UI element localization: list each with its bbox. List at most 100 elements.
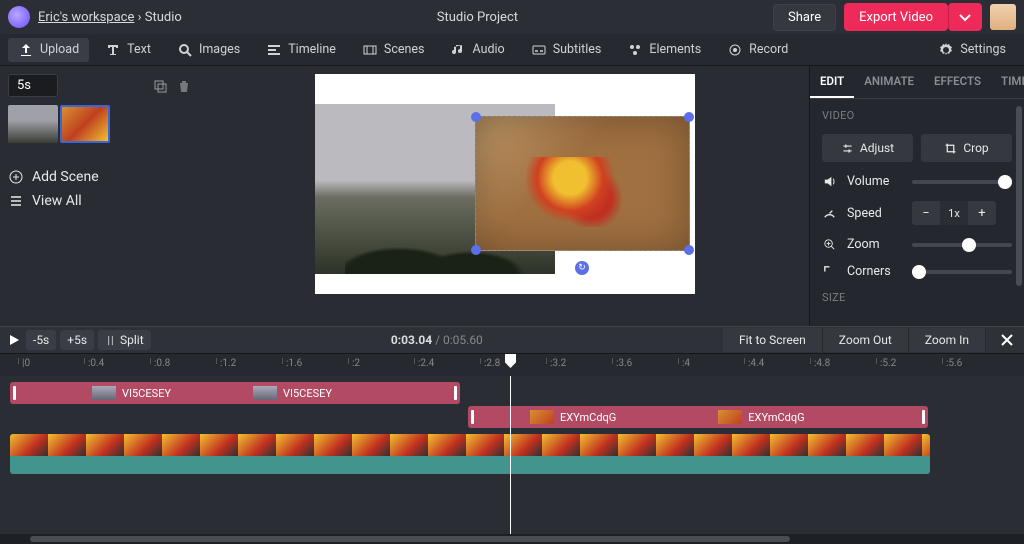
resize-handle-br[interactable]	[684, 245, 694, 255]
speed-increment[interactable]: +	[968, 201, 996, 225]
close-timeline-button[interactable]	[996, 329, 1018, 351]
audio-frame	[238, 434, 276, 456]
adjust-button[interactable]: Adjust	[822, 134, 913, 162]
resize-handle-tl[interactable]	[471, 112, 481, 122]
audio-frame	[10, 434, 48, 456]
video-clip-2[interactable]: EXYmCdqG EXYmCdqG	[468, 406, 928, 428]
trash-icon[interactable]	[176, 78, 192, 94]
text-tool[interactable]: Text	[95, 38, 161, 62]
upload-button[interactable]: Upload	[8, 38, 89, 62]
audio-frame	[352, 434, 390, 456]
settings-button[interactable]: Settings	[928, 38, 1016, 62]
scenes-tool[interactable]: Scenes	[352, 38, 435, 62]
audio-frame	[200, 434, 238, 456]
elements-tool[interactable]: Elements	[617, 38, 711, 62]
corners-label: Corners	[847, 264, 902, 279]
fit-to-screen-button[interactable]: Fit to Screen	[723, 328, 823, 352]
list-icon	[8, 193, 24, 209]
project-title[interactable]: Studio Project	[190, 10, 765, 25]
audio-frame	[694, 434, 732, 456]
minus-5s-button[interactable]: -5s	[26, 330, 56, 350]
video-clip-1[interactable]: VI5CESEY VI5CESEY	[10, 382, 460, 404]
export-video-button[interactable]: Export Video	[844, 3, 948, 31]
volume-icon	[822, 174, 837, 189]
speed-icon	[822, 206, 837, 221]
music-icon	[450, 42, 466, 58]
scene-duration-input[interactable]	[8, 74, 58, 97]
copy-icon[interactable]	[152, 78, 168, 94]
timeline-scrollbar[interactable]	[0, 534, 1024, 544]
tab-edit[interactable]: EDIT	[810, 66, 854, 98]
volume-slider[interactable]	[912, 180, 1012, 184]
clip-handle-right[interactable]	[922, 410, 925, 424]
thumbnail-2[interactable]	[60, 105, 110, 143]
ruler-tick: :4	[678, 358, 690, 364]
speed-stepper: − 1x +	[912, 201, 996, 225]
ruler-tick: :1.6	[282, 358, 302, 364]
tab-effects[interactable]: EFFECTS	[924, 66, 991, 98]
ruler-tick: :4.8	[810, 358, 830, 364]
thumbnail-1[interactable]	[8, 105, 58, 143]
clip-handle-left[interactable]	[471, 410, 474, 424]
zoom-slider[interactable]	[912, 243, 1012, 247]
ruler-tick: :2.4	[414, 358, 434, 364]
ruler-tick: :4.4	[744, 358, 764, 364]
app-logo[interactable]	[8, 6, 30, 28]
corners-slider[interactable]	[912, 270, 1012, 274]
audio-frame	[276, 434, 314, 456]
split-icon	[105, 335, 116, 346]
selected-clip[interactable]: ↻	[475, 116, 690, 251]
add-scene-button[interactable]: Add Scene	[8, 169, 192, 185]
speed-decrement[interactable]: −	[912, 201, 940, 225]
audio-tool[interactable]: Audio	[440, 38, 514, 62]
breadcrumb-sep: ›	[138, 10, 142, 25]
tab-timing[interactable]: TIMING	[991, 66, 1024, 98]
subtitles-tool[interactable]: Subtitles	[521, 38, 612, 62]
clip-thumb	[253, 386, 277, 400]
audio-frame	[314, 434, 352, 456]
audio-frame	[618, 434, 656, 456]
resize-handle-tr[interactable]	[684, 112, 694, 122]
ruler-tick: :3.2	[546, 358, 566, 364]
crop-button[interactable]: Crop	[921, 134, 1012, 162]
ruler-tick: :1.2	[216, 358, 236, 364]
subtitles-icon	[531, 42, 547, 58]
clip-label: VI5CESEY	[122, 387, 171, 400]
record-tool[interactable]: Record	[717, 38, 798, 62]
play-icon[interactable]	[6, 332, 22, 348]
clip-thumb	[92, 386, 116, 400]
audio-frame	[48, 434, 86, 456]
chevron-down-icon	[957, 9, 973, 25]
zoom-out-button[interactable]: Zoom Out	[823, 328, 909, 352]
clip-content	[526, 157, 636, 227]
canvas[interactable]: ↻	[315, 74, 695, 294]
zoom-in-button[interactable]: Zoom In	[909, 328, 986, 352]
audio-frame	[580, 434, 618, 456]
audio-frame	[732, 434, 770, 456]
user-avatar[interactable]	[990, 4, 1016, 30]
rotate-handle[interactable]: ↻	[575, 261, 589, 275]
tab-animate[interactable]: ANIMATE	[854, 66, 924, 98]
plus-5s-button[interactable]: +5s	[60, 330, 94, 350]
record-icon	[727, 42, 743, 58]
panel-scrollbar[interactable]	[1016, 106, 1022, 286]
playhead[interactable]	[510, 376, 511, 534]
share-button[interactable]: Share	[773, 4, 836, 31]
clip-label: VI5CESEY	[283, 387, 332, 400]
split-button[interactable]: Split	[98, 330, 151, 350]
images-tool[interactable]: Images	[167, 38, 250, 62]
export-dropdown-button[interactable]	[948, 3, 982, 31]
audio-clip[interactable]	[10, 434, 930, 474]
clip-handle-left[interactable]	[13, 386, 16, 400]
workspace-link[interactable]: Eric's workspace	[38, 10, 134, 25]
audio-frame	[770, 434, 808, 456]
audio-frame	[466, 434, 504, 456]
clip-handle-right[interactable]	[454, 386, 457, 400]
resize-handle-bl[interactable]	[471, 245, 481, 255]
speed-label: Speed	[847, 206, 902, 221]
audio-frame	[390, 434, 428, 456]
view-all-button[interactable]: View All	[8, 193, 192, 209]
upload-icon	[18, 42, 34, 58]
audio-frame	[86, 434, 124, 456]
timeline-tool[interactable]: Timeline	[256, 38, 346, 62]
